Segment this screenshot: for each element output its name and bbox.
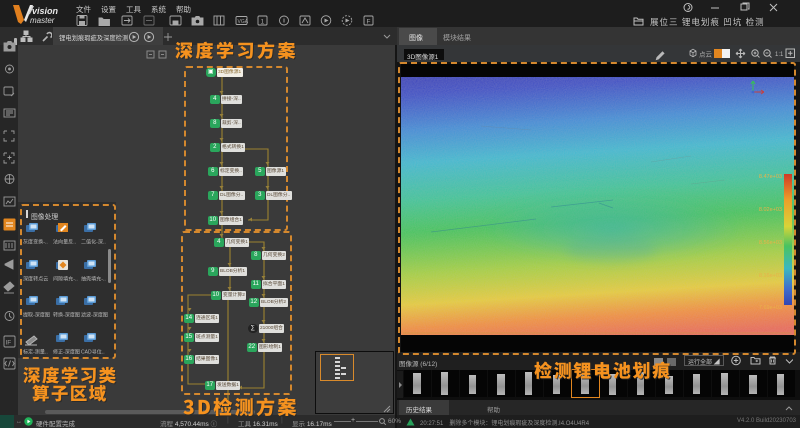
svg-text:vision: vision	[32, 6, 59, 16]
svg-text:master: master	[30, 16, 55, 25]
svg-text:VGA: VGA	[238, 19, 249, 25]
svg-text:点云: 点云	[699, 51, 713, 59]
svg-text:1:1: 1:1	[775, 52, 784, 58]
svg-text:1: 1	[261, 19, 265, 26]
svg-text:IF: IF	[6, 340, 12, 347]
svg-text:F: F	[367, 19, 371, 26]
